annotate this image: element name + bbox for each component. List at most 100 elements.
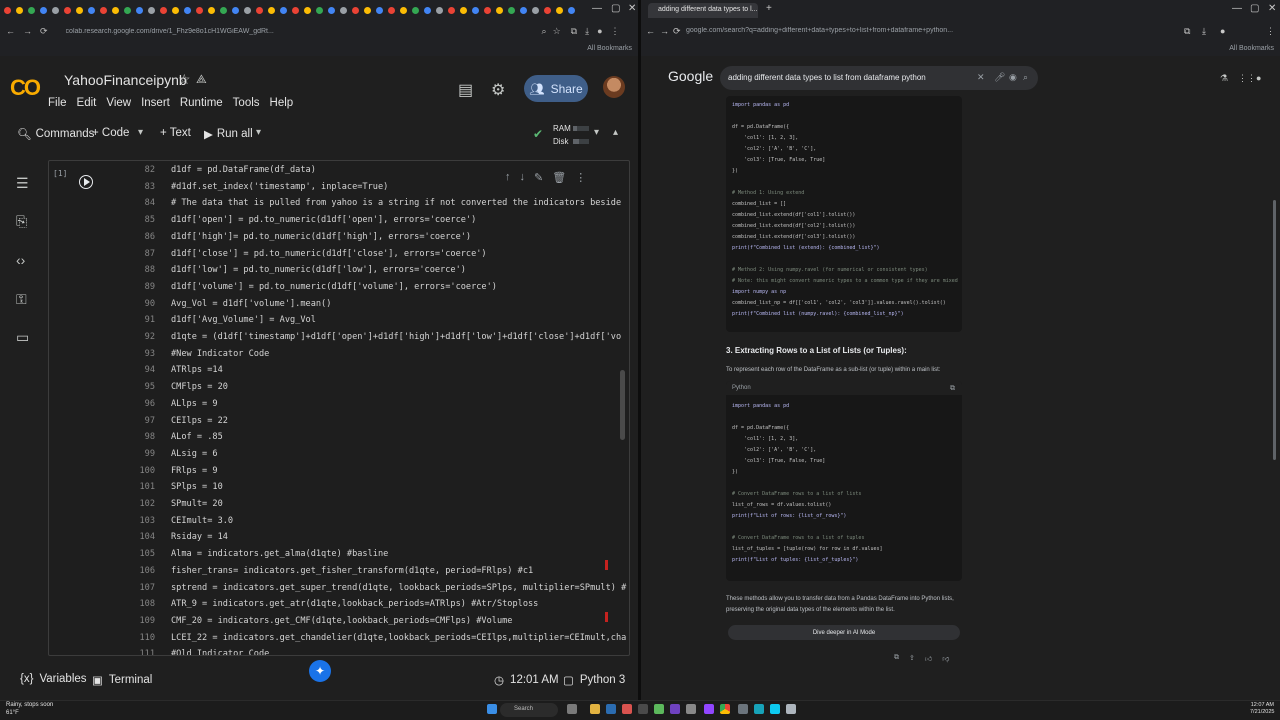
browser-tab-favicon-icon[interactable] — [340, 6, 347, 14]
code-line[interactable]: 101 SPlps = 10 — [105, 479, 621, 496]
delete-icon[interactable]: 🗑︎ — [552, 171, 566, 184]
all-bookmarks-link[interactable]: All Bookmarks — [1229, 45, 1274, 52]
labs-flask-icon[interactable]: ⚗ — [1220, 73, 1228, 84]
app-icon[interactable] — [638, 704, 648, 714]
profile-icon[interactable]: ● — [597, 26, 602, 36]
collapse-header-icon[interactable]: ▴ — [613, 127, 618, 138]
browser-tab-favicon-icon[interactable] — [28, 6, 35, 14]
editor-scrollbar[interactable] — [620, 370, 625, 440]
google-logo[interactable]: Google — [668, 68, 713, 84]
runtime-dropdown-chevron-icon[interactable]: ▾ — [594, 127, 599, 138]
thumbs-up-icon[interactable]: 👍︎ — [925, 654, 932, 663]
browser-tab-favicon-icon[interactable] — [484, 6, 491, 14]
browser-tab-favicon-icon[interactable] — [220, 6, 227, 14]
start-windows-icon[interactable] — [487, 704, 497, 714]
find-replace-icon[interactable]: ⎘ — [16, 213, 27, 230]
new-tab-icon[interactable]: + — [766, 3, 772, 14]
edit-icon[interactable]: ✎ — [534, 171, 543, 184]
code-line[interactable]: 99 ALsig = 6 — [105, 446, 621, 463]
browser-tab-favicon-icon[interactable] — [4, 6, 11, 14]
app-icon[interactable] — [770, 704, 780, 714]
run-all-chevron-icon[interactable]: ▾ — [256, 127, 261, 138]
copy-code-icon[interactable]: ⧉ — [950, 385, 955, 393]
profile-icon[interactable]: ● — [1220, 26, 1225, 36]
code-line[interactable]: 87 d1df['close'] = pd.to_numeric(d1df['cl… — [105, 246, 621, 263]
code-snippets-icon[interactable]: ‹› — [16, 252, 25, 268]
code-line[interactable]: 93 #New Indicator Code — [105, 346, 621, 363]
avatar[interactable] — [603, 76, 625, 98]
menu-view[interactable]: View — [106, 97, 131, 109]
dive-deeper-button[interactable]: Dive deeper in AI Mode — [728, 625, 960, 640]
add-code-button[interactable]: + Code — [92, 127, 129, 139]
add-text-button[interactable]: + Text — [160, 127, 191, 139]
page-scrollbar[interactable] — [1273, 200, 1276, 460]
account-avatar[interactable]: ● — [1256, 73, 1261, 83]
code-line[interactable]: 90 Avg_Vol = d1df['volume'].mean() — [105, 296, 621, 313]
browser-tab-favicon-icon[interactable] — [256, 6, 263, 14]
extensions-icon[interactable]: ⧉ — [571, 26, 577, 37]
code-line[interactable]: 86 d1df['high']= pd.to_numeric(d1df['high… — [105, 229, 621, 246]
browser-tab-favicon-icon[interactable] — [496, 6, 503, 14]
code-line[interactable]: 95 CMFlps = 20 — [105, 379, 621, 396]
browser-tab-favicon-icon[interactable] — [508, 6, 515, 14]
cell-more-icon[interactable]: ⋮ — [575, 171, 586, 184]
browser-tab-favicon-icon[interactable] — [424, 6, 431, 14]
secrets-key-icon[interactable]: ⚿ — [16, 291, 27, 308]
code-dropdown-chevron-icon[interactable]: ▾ — [138, 127, 143, 138]
terminal-button[interactable]: ▣ Terminal — [92, 673, 152, 687]
browser-tab-favicon-icon[interactable] — [160, 6, 167, 14]
move-up-icon[interactable]: ↑ — [505, 171, 511, 184]
menu-file[interactable]: File — [48, 97, 67, 109]
url-field[interactable]: colab.research.google.com/drive/1_Fhz9e8… — [66, 28, 536, 35]
taskbar-clock[interactable]: 12:07 AM 7/21/2025 — [1250, 702, 1274, 716]
browser-tab-favicon-icon[interactable] — [352, 6, 359, 14]
reload-icon[interactable]: ⟳ — [40, 26, 48, 37]
close-window-icon[interactable]: ✕ — [628, 3, 636, 14]
minimize-icon[interactable]: — — [592, 3, 602, 14]
menu-edit[interactable]: Edit — [77, 97, 97, 109]
bookmark-star-icon[interactable]: ☆ — [553, 26, 561, 37]
variables-button[interactable]: {x} Variables — [20, 673, 87, 685]
app-icon[interactable] — [738, 704, 748, 714]
code-line[interactable]: 111 #Old Indicator Code — [105, 646, 621, 655]
app-icon[interactable] — [654, 704, 664, 714]
browser-tab-favicon-icon[interactable] — [88, 6, 95, 14]
forward-icon[interactable]: → — [23, 26, 32, 36]
browser-tab-favicon-icon[interactable] — [544, 6, 551, 14]
maximize-icon[interactable]: ▢ — [611, 3, 620, 14]
app-icon[interactable] — [704, 704, 714, 714]
code-line[interactable]: 88 d1df['low'] = pd.to_numeric(d1df['low'… — [105, 262, 621, 279]
browser-tab-favicon-icon[interactable] — [376, 6, 383, 14]
code-line[interactable]: 106 fisher_trans= indicators.get_fisher_t… — [105, 563, 621, 580]
share-icon[interactable]: ⇪ — [909, 654, 915, 663]
zoom-icon[interactable]: ⌕ — [542, 26, 547, 37]
all-bookmarks-link[interactable]: All Bookmarks — [587, 45, 632, 52]
google-search-tab[interactable]: adding different data types to l... — [648, 3, 758, 18]
copy-icon[interactable]: ⧉ — [894, 654, 899, 663]
browser-tab-favicon-icon[interactable] — [208, 6, 215, 14]
reload-icon[interactable]: ⟳ — [673, 26, 681, 37]
voice-search-icon[interactable]: 🎤︎ — [994, 72, 1005, 83]
browser-tab-favicon-icon[interactable] — [412, 6, 419, 14]
gemini-icon[interactable]: ✦ — [309, 660, 331, 682]
code-line[interactable]: 96 ALlps = 9 — [105, 396, 621, 413]
star-icon[interactable]: ☆ — [178, 71, 191, 88]
browser-tab-favicon-icon[interactable] — [16, 6, 23, 14]
browser-tab-favicon-icon[interactable] — [448, 6, 455, 14]
search-input[interactable]: adding different data types to list from… — [720, 66, 1038, 90]
file-explorer-icon[interactable] — [590, 704, 600, 714]
chrome-icon[interactable] — [720, 704, 730, 714]
browser-tab-favicon-icon[interactable] — [472, 6, 479, 14]
store-icon[interactable] — [606, 704, 616, 714]
commands-button[interactable]: 🔍︎ Commands — [17, 127, 94, 141]
browser-tab-favicon-icon[interactable] — [64, 6, 71, 14]
run-all-button[interactable]: ▶ Run all — [204, 127, 253, 141]
url-field[interactable]: google.com/search?q=adding+different+dat… — [686, 27, 1166, 34]
app-icon[interactable] — [670, 704, 680, 714]
browser-tab-favicon-icon[interactable] — [388, 6, 395, 14]
app-icon[interactable] — [754, 704, 764, 714]
extensions-icon[interactable]: ⧉ — [1184, 26, 1190, 37]
app-icon[interactable] — [686, 704, 696, 714]
code-line[interactable]: 89 d1df['volume'] = pd.to_numeric(d1df['v… — [105, 279, 621, 296]
clear-search-icon[interactable]: ✕ — [977, 72, 985, 83]
